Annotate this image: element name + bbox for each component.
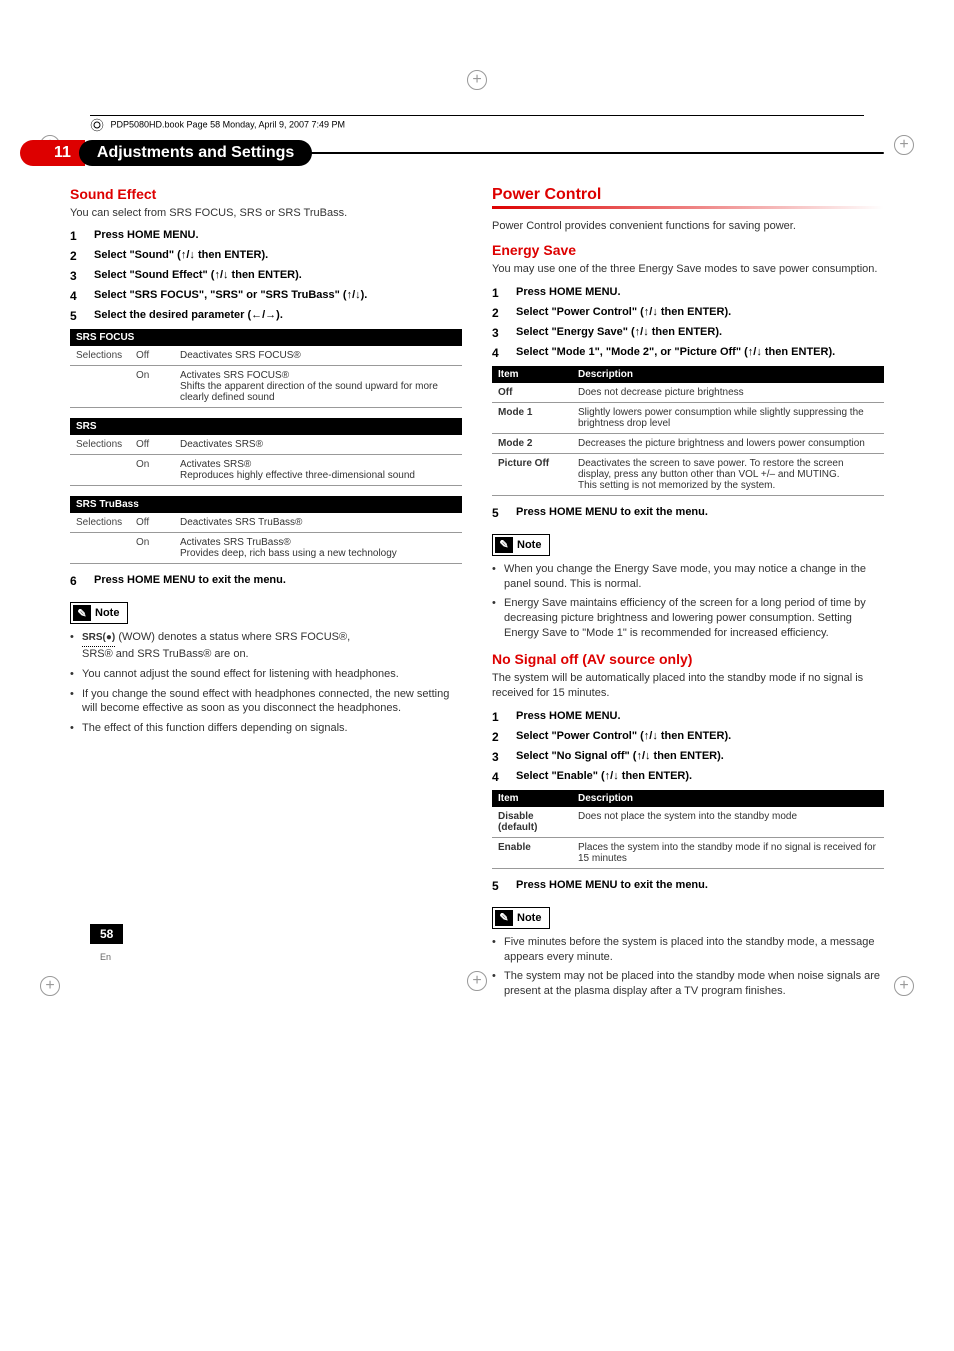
step-3: 3Select "Sound Effect" (↑/↓ then ENTER). <box>70 269 462 283</box>
no-signal-table: ItemDescription Disable (default)Does no… <box>492 790 884 869</box>
note-label: Note <box>517 539 541 551</box>
note-list-r1: When you change the Energy Save mode, yo… <box>492 562 884 641</box>
srs-table: SRS SelectionsOffDeactivates SRS® OnActi… <box>70 418 462 486</box>
energy-save-table: ItemDescription OffDoes not decrease pic… <box>492 366 884 496</box>
chapter-title: Adjustments and Settings <box>79 140 312 166</box>
srs-trubass-table: SRS TruBass SelectionsOffDeactivates SRS… <box>70 496 462 564</box>
power-control-intro: Power Control provides convenient functi… <box>492 219 884 234</box>
step-r2-2: 2Select "Power Control" (↑/↓ then ENTER)… <box>492 730 884 744</box>
list-item: The effect of this function differs depe… <box>70 721 462 736</box>
power-control-title: Power Control <box>492 186 884 204</box>
note-badge-r1: ✎ Note <box>492 534 550 556</box>
pencil-icon: ✎ <box>495 910 513 926</box>
list-item: The system may not be placed into the st… <box>492 969 884 999</box>
no-signal-off-title: No Signal off (AV source only) <box>492 651 884 667</box>
table-row: OffDoes not decrease picture brightness <box>492 383 884 403</box>
note-label: Note <box>95 607 119 619</box>
step-r2-3: 3Select "No Signal off" (↑/↓ then ENTER)… <box>492 750 884 764</box>
chapter-number: 11 <box>20 140 85 166</box>
table-row: Disable (default)Does not place the syst… <box>492 807 884 838</box>
table-row: Picture OffDeactivates the screen to sav… <box>492 453 884 495</box>
section-sound-effect-title: Sound Effect <box>70 186 462 202</box>
left-column: Sound Effect You can select from SRS FOC… <box>70 186 462 1004</box>
step-r2-5: 5Press HOME MENU to exit the menu. <box>492 879 884 893</box>
step-4: 4Select "SRS FOCUS", "SRS" or "SRS TruBa… <box>70 289 462 303</box>
energy-save-title: Energy Save <box>492 242 884 258</box>
list-item: SRS(●) (WOW) denotes a status where SRS … <box>70 630 462 661</box>
pencil-icon: ✎ <box>495 537 513 553</box>
list-item: Energy Save maintains efficiency of the … <box>492 596 884 641</box>
step-r1-4: 4Select "Mode 1", "Mode 2", or "Picture … <box>492 346 884 360</box>
step-r1-2: 2Select "Power Control" (↑/↓ then ENTER)… <box>492 306 884 320</box>
step-5: 5Select the desired parameter (←/→). <box>70 309 462 323</box>
step-6-left: 6Press HOME MENU to exit the menu. <box>70 574 462 588</box>
note-list-r2: Five minutes before the system is placed… <box>492 935 884 999</box>
note-list-left: SRS(●) (WOW) denotes a status where SRS … <box>70 630 462 736</box>
table-row: EnablePlaces the system into the standby… <box>492 837 884 868</box>
section-underline <box>492 206 884 209</box>
table-row: SelectionsOffDeactivates SRS TruBass® <box>70 513 462 533</box>
table-row: OnActivates SRS TruBass® Provides deep, … <box>70 533 462 564</box>
step-r2-1: 1Press HOME MENU. <box>492 710 884 724</box>
step-r1-3: 3Select "Energy Save" (↑/↓ then ENTER). <box>492 326 884 340</box>
table-row: Mode 2Decreases the picture brightness a… <box>492 433 884 453</box>
note-label: Note <box>517 912 541 924</box>
table-row: SelectionsOffDeactivates SRS FOCUS® <box>70 346 462 366</box>
right-column: Power Control Power Control provides con… <box>492 186 884 1004</box>
list-item: Five minutes before the system is placed… <box>492 935 884 965</box>
step-r1-5: 5Press HOME MENU to exit the menu. <box>492 506 884 520</box>
no-signal-off-intro: The system will be automatically placed … <box>492 671 884 702</box>
srs-logo-icon: SRS(●) <box>82 631 115 647</box>
list-item: You cannot adjust the sound effect for l… <box>70 667 462 682</box>
step-1: 1Press HOME MENU. <box>70 229 462 243</box>
step-r1-1: 1Press HOME MENU. <box>492 286 884 300</box>
note-badge-r2: ✎ Note <box>492 907 550 929</box>
chapter-line <box>308 152 884 154</box>
srs-focus-table: SRS FOCUS SelectionsOffDeactivates SRS F… <box>70 329 462 408</box>
step-r2-4: 4Select "Enable" (↑/↓ then ENTER). <box>492 770 884 784</box>
page-language: En <box>100 952 111 962</box>
table-row: SelectionsOffDeactivates SRS® <box>70 435 462 455</box>
sound-effect-intro: You can select from SRS FOCUS, SRS or SR… <box>70 206 462 221</box>
list-item: When you change the Energy Save mode, yo… <box>492 562 884 592</box>
table-row: Mode 1Slightly lowers power consumption … <box>492 402 884 433</box>
note-badge: ✎ Note <box>70 602 128 624</box>
step-2: 2Select "Sound" (↑/↓ then ENTER). <box>70 249 462 263</box>
table-row: OnActivates SRS FOCUS® Shifts the appare… <box>70 366 462 408</box>
page-number: 58 <box>90 924 123 944</box>
chapter-header: 11 Adjustments and Settings <box>70 140 884 166</box>
list-item: If you change the sound effect with head… <box>70 687 462 717</box>
pencil-icon: ✎ <box>73 605 91 621</box>
table-row: OnActivates SRS® Reproduces highly effec… <box>70 455 462 486</box>
energy-save-intro: You may use one of the three Energy Save… <box>492 262 884 277</box>
